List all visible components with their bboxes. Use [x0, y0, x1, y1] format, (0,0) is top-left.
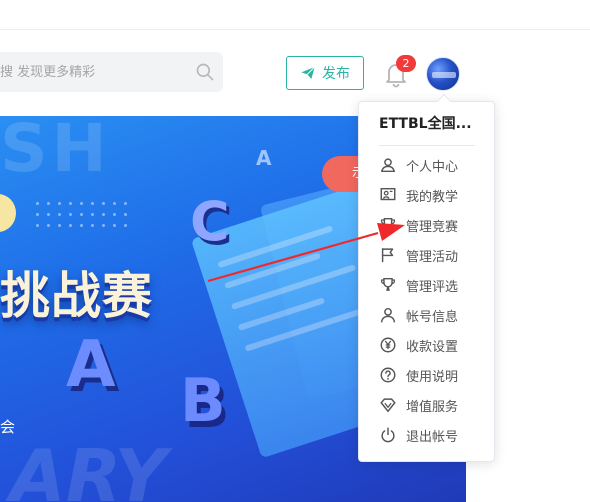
menu-item-value-added[interactable]: 增值服务 [379, 393, 489, 417]
menu-item-logout[interactable]: 退出帐号 [379, 423, 489, 447]
avatar[interactable] [426, 57, 460, 91]
notification-badge: 2 [396, 55, 416, 72]
menu-item-label: 管理竞赛 [406, 219, 459, 235]
menu-item-label: 管理评选 [406, 279, 459, 295]
user-icon [380, 158, 396, 173]
top-strip [0, 0, 590, 30]
menu-item-teaching[interactable]: 我的教学 [379, 183, 489, 207]
menu-item-payment-settings[interactable]: 收款设置 [379, 333, 489, 357]
user-dropdown-menu: ETTBL全国... 个人中心 我的教学 管理竞赛 管理活动 管理评选 帐号信息… [358, 93, 495, 462]
search-input[interactable] [0, 52, 180, 92]
banner-letter-a: A [66, 328, 116, 402]
menu-item-manage-selection[interactable]: 管理评选 [379, 273, 489, 297]
banner-bg-letters: SH [0, 116, 111, 187]
banner-bg-bottom: ARY [10, 434, 167, 502]
yen-icon [380, 337, 396, 353]
trophy-icon [380, 217, 396, 232]
menu-item-label: 管理活动 [406, 249, 459, 265]
menu-item-label: 使用说明 [406, 369, 459, 385]
menu-item-label: 增值服务 [406, 399, 459, 415]
menu-item-label: 个人中心 [406, 159, 459, 175]
flag-icon [381, 248, 394, 263]
menu-item-manage-contest[interactable]: 管理竞赛 [379, 213, 489, 237]
banner-letter-small: A [256, 146, 272, 170]
menu-item-help[interactable]: 使用说明 [379, 363, 489, 387]
menu-item-label: 帐号信息 [406, 309, 459, 325]
search-icon[interactable] [195, 62, 215, 82]
teaching-icon [380, 187, 396, 201]
account-icon [380, 307, 396, 323]
menu-item-label: 退出帐号 [406, 429, 459, 445]
publish-label: 发布 [322, 66, 350, 82]
menu-divider [379, 145, 475, 146]
banner-title: 挑战赛 [0, 267, 153, 325]
banner-letter-b: B [180, 366, 226, 436]
search-box[interactable] [0, 52, 223, 92]
menu-item-manage-activity[interactable]: 管理活动 [379, 243, 489, 267]
banner-dots [32, 198, 132, 230]
send-icon [301, 66, 316, 79]
menu-item-account-info[interactable]: 帐号信息 [379, 303, 489, 327]
cup-icon [380, 277, 396, 291]
diamond-icon [380, 398, 396, 413]
menu-item-profile[interactable]: 个人中心 [379, 153, 489, 177]
publish-button[interactable]: 发布 [286, 56, 364, 90]
menu-item-label: 收款设置 [406, 339, 459, 355]
banner-letter-c: C [190, 190, 230, 253]
menu-item-label: 我的教学 [406, 189, 459, 205]
help-icon [380, 367, 396, 383]
menu-username: ETTBL全国... [379, 116, 472, 132]
banner-sun [0, 194, 16, 232]
power-icon [381, 427, 395, 443]
